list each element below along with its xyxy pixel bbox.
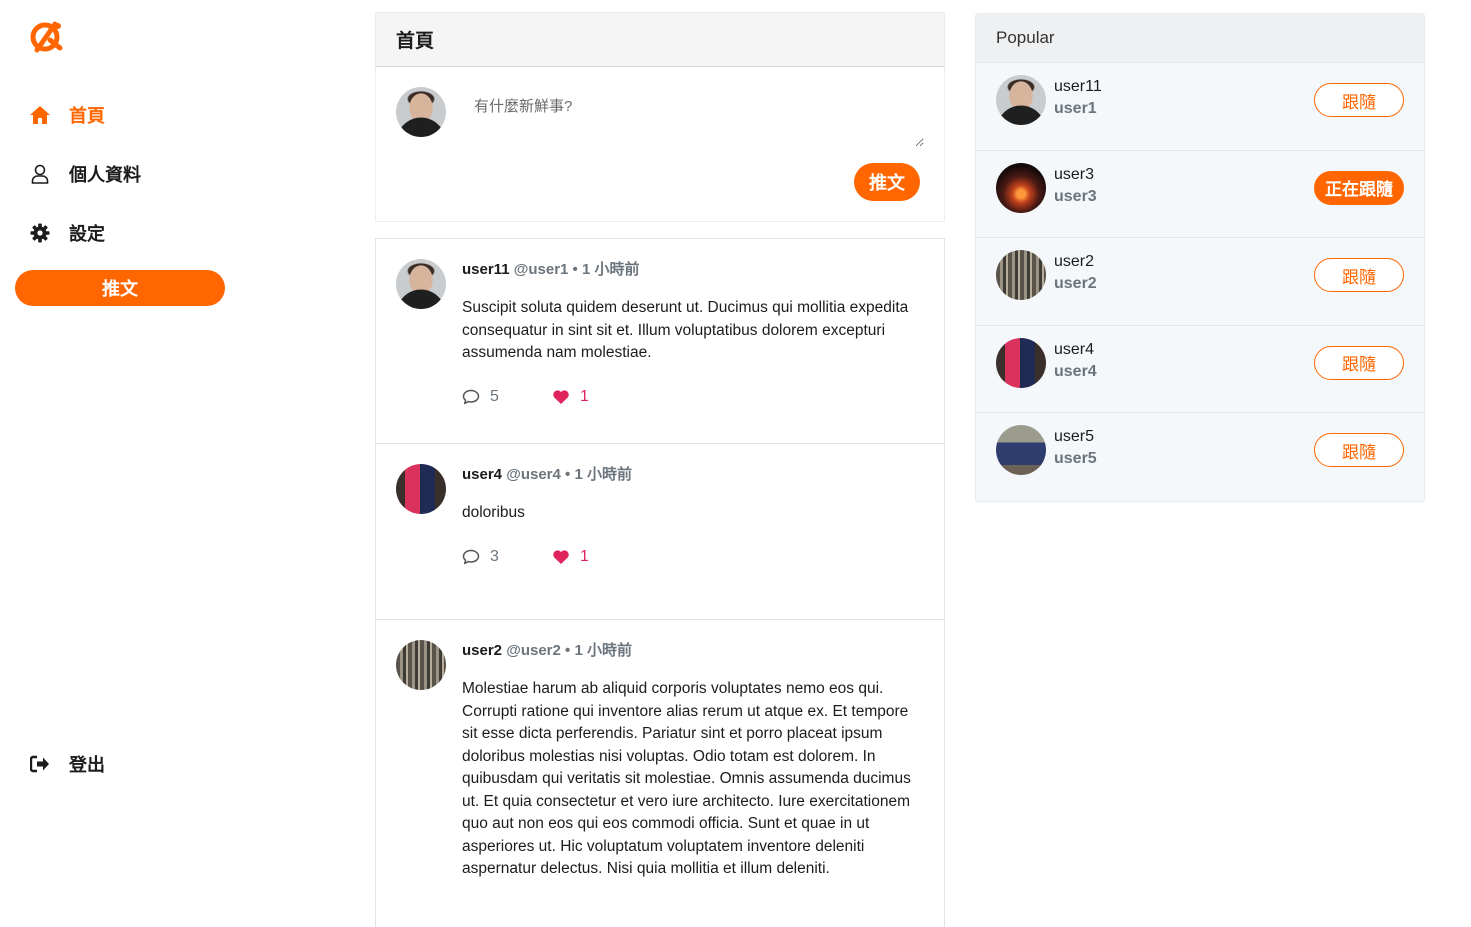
tweet-author-name[interactable]: user2: [462, 642, 502, 659]
comment-icon: [462, 389, 480, 404]
like-count: 1: [580, 547, 589, 565]
tweet-author-handle[interactable]: @user2: [506, 642, 561, 659]
popular-user-name[interactable]: user2: [1054, 253, 1094, 271]
popular-user-handle: user4: [1054, 362, 1097, 380]
page-title: 首頁: [396, 31, 435, 52]
reply-count: 5: [490, 387, 499, 405]
like-button[interactable]: 1: [552, 388, 589, 406]
tweet-header: user11 @user1 • 1 小時前: [462, 259, 920, 281]
tweet-text: Suscipit soluta quidem deserunt ut. Duci…: [462, 299, 909, 361]
avatar[interactable]: [996, 250, 1046, 300]
home-icon: [28, 103, 52, 127]
tweet-author-handle[interactable]: @user4: [506, 466, 561, 483]
avatar[interactable]: [996, 337, 1046, 388]
popular-user-handle: user2: [1054, 275, 1097, 292]
avatar[interactable]: [996, 425, 1046, 475]
avatar: [396, 87, 446, 137]
tweet-card[interactable]: user4 @user4 • 1 小時前 doloribus 3 1: [376, 444, 944, 620]
tweet-author-name[interactable]: user11: [462, 261, 510, 278]
alphacamp-logo[interactable]: [28, 18, 64, 54]
avatar[interactable]: [396, 640, 446, 690]
popular-user-row[interactable]: user11 user1 跟隨: [976, 63, 1424, 151]
popular-user-name[interactable]: user4: [1054, 341, 1094, 359]
sidebar-item-profile[interactable]: 個人資料: [28, 160, 141, 188]
tweet-actions: 5 1: [462, 385, 920, 409]
logout-label: 登出: [69, 755, 105, 775]
avatar[interactable]: [396, 464, 446, 514]
tweet-card[interactable]: user2 @user2 • 1 小時前 Molestiae harum ab …: [376, 620, 944, 927]
avatar[interactable]: [396, 259, 446, 309]
popular-user-name[interactable]: user5: [1054, 428, 1094, 446]
sidebar-item-home[interactable]: 首頁: [28, 101, 105, 129]
tweet-card[interactable]: user11 @user1 • 1 小時前 Suscipit soluta qu…: [376, 239, 944, 444]
tweet-timestamp: • 1 小時前: [565, 642, 632, 659]
sidebar-item-label: 個人資料: [69, 165, 141, 185]
popular-user-name[interactable]: user3: [1054, 166, 1094, 184]
sidebar: 首頁 個人資料 設定 推文 登出: [0, 0, 240, 927]
popular-user-handle: user3: [1054, 187, 1097, 205]
like-count: 1: [580, 387, 589, 405]
tweet-header: user4 @user4 • 1 小時前: [462, 464, 920, 486]
popular-user-row[interactable]: user2 user2 跟隨: [976, 238, 1424, 326]
popular-title: Popular: [976, 14, 1424, 63]
popular-user-row[interactable]: user5 user5 跟隨: [976, 413, 1424, 501]
tweet-feed: user11 @user1 • 1 小時前 Suscipit soluta qu…: [375, 238, 945, 927]
tweet-header: user2 @user2 • 1 小時前: [462, 640, 920, 662]
sidebar-tweet-button[interactable]: 推文: [15, 270, 225, 306]
popular-panel: Popular user11 user1 跟隨 user3 user3 正在跟隨…: [975, 13, 1425, 502]
tweet-text: Molestiae harum ab aliquid corporis volu…: [462, 680, 911, 877]
reply-button[interactable]: 5: [462, 388, 552, 406]
logout-icon: [28, 752, 52, 776]
user-icon: [28, 162, 52, 186]
gear-icon: [28, 221, 52, 245]
popular-user-handle: user1: [1054, 100, 1097, 117]
main-header: 首頁: [375, 12, 945, 67]
popular-user-row[interactable]: user4 user4 跟隨: [976, 326, 1424, 413]
follow-button[interactable]: 跟隨: [1314, 83, 1404, 117]
unfollow-button[interactable]: 正在跟隨: [1314, 170, 1404, 205]
follow-button[interactable]: 跟隨: [1314, 433, 1404, 467]
tweet-timestamp: • 1 小時前: [565, 466, 632, 483]
tweet-author-handle[interactable]: @user1: [514, 261, 569, 278]
main-column: 首頁 推文 user11 @user1 • 1 小時前 Suscipit sol…: [375, 12, 945, 927]
tweet-actions: 3 1: [462, 545, 920, 569]
popular-user-handle: user5: [1054, 450, 1097, 467]
avatar[interactable]: [996, 75, 1046, 125]
follow-button[interactable]: 跟隨: [1314, 258, 1404, 292]
heart-icon: [553, 389, 569, 404]
sidebar-item-settings[interactable]: 設定: [28, 219, 105, 247]
tweet-composer: 推文: [375, 67, 945, 222]
sidebar-item-label: 首頁: [69, 106, 105, 126]
heart-icon: [553, 549, 569, 564]
tweet-author-name[interactable]: user4: [462, 466, 502, 483]
comment-icon: [462, 549, 480, 564]
reply-button[interactable]: 3: [462, 548, 552, 566]
sidebar-item-label: 設定: [69, 224, 105, 244]
tweet-input[interactable]: [464, 89, 924, 147]
logout-button[interactable]: 登出: [28, 750, 105, 778]
popular-user-name[interactable]: user11: [1054, 78, 1102, 96]
avatar[interactable]: [996, 162, 1046, 213]
tweet-text: doloribus: [462, 504, 525, 521]
popular-user-row[interactable]: user3 user3 正在跟隨: [976, 151, 1424, 238]
reply-count: 3: [490, 547, 499, 565]
tweet-timestamp: • 1 小時前: [572, 261, 640, 278]
like-button[interactable]: 1: [552, 548, 589, 566]
follow-button[interactable]: 跟隨: [1314, 345, 1404, 380]
submit-tweet-button[interactable]: 推文: [854, 163, 920, 201]
